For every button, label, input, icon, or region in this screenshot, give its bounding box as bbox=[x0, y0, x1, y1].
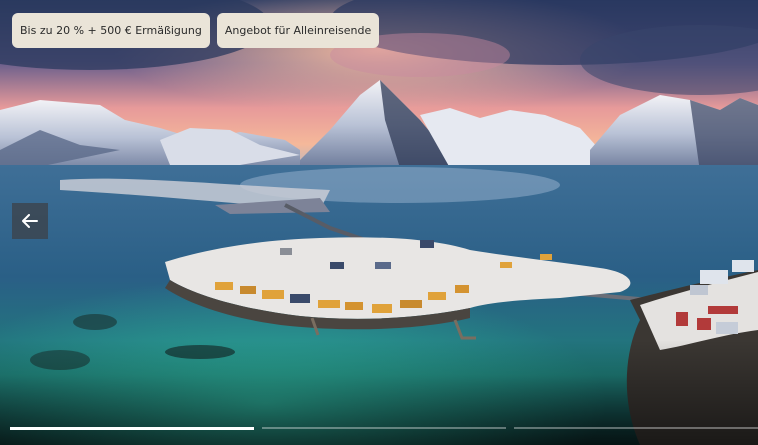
solo-traveler-badge: Angebot für Alleinreisende bbox=[216, 13, 380, 48]
hero-image-gallery[interactable] bbox=[0, 0, 758, 445]
progress-segment[interactable] bbox=[514, 427, 758, 429]
gallery-progress bbox=[10, 427, 758, 430]
hero-photo bbox=[0, 0, 758, 445]
progress-segment[interactable] bbox=[10, 427, 254, 430]
progress-segment[interactable] bbox=[262, 427, 506, 429]
arrow-left-icon bbox=[22, 214, 38, 228]
discount-badge: Bis zu 20 % + 500 € Ermäßigung bbox=[12, 13, 210, 48]
gallery-prev-button[interactable] bbox=[12, 203, 48, 239]
offer-badges: Bis zu 20 % + 500 € Ermäßigung Angebot f… bbox=[12, 13, 380, 48]
